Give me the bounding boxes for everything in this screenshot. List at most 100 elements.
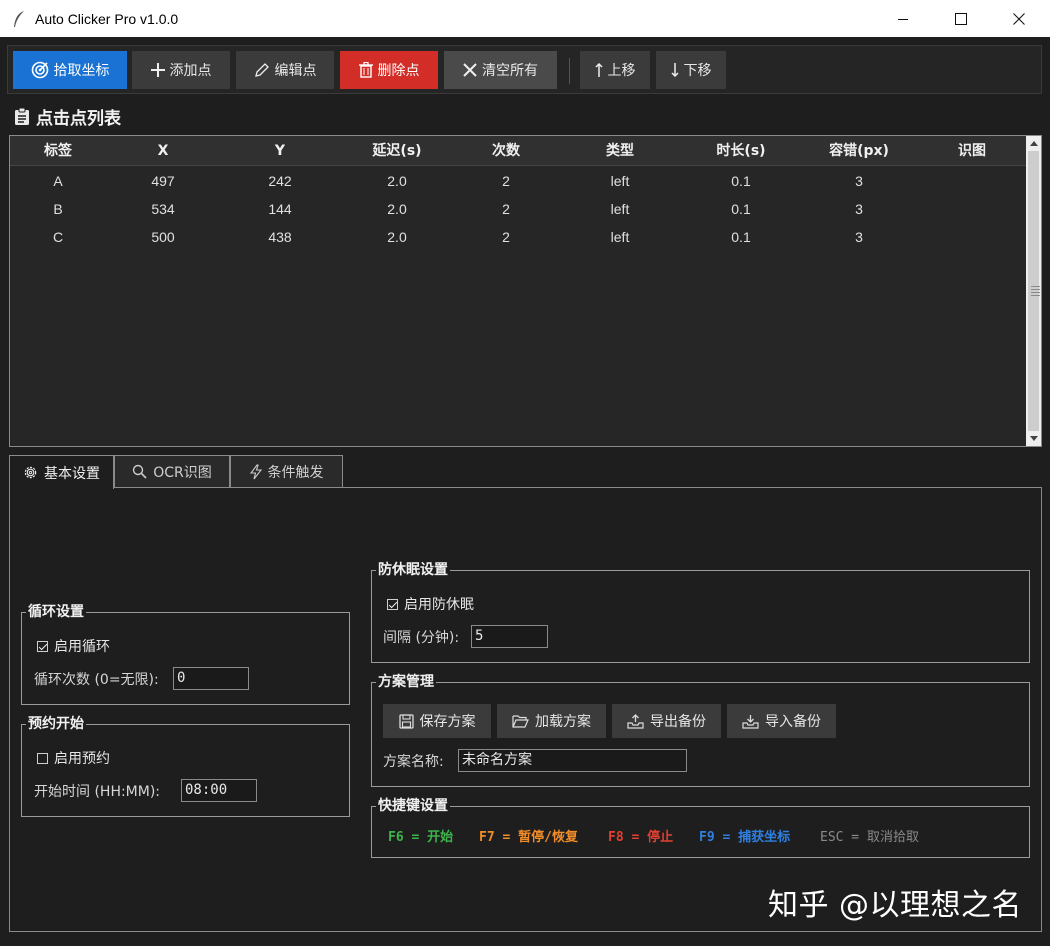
loop-count-label: 循环次数 (0=无限): xyxy=(34,672,159,688)
start-time-input[interactable]: 08:00 xyxy=(181,779,257,802)
pencil-icon xyxy=(254,63,269,77)
anti-sleep-enable-label: 启用防休眠 xyxy=(404,597,474,613)
cell-count: 2 xyxy=(502,229,510,245)
cell-delay: 2.0 xyxy=(387,173,407,189)
interval-input[interactable]: 5 xyxy=(471,625,548,648)
checkbox-box[interactable] xyxy=(37,640,48,652)
interval-label: 间隔 (分钟): xyxy=(383,630,460,646)
cell-x: 500 xyxy=(151,229,175,245)
schedule-enable-checkbox[interactable]: 启用预约 xyxy=(37,748,110,768)
gear-icon xyxy=(24,466,37,479)
feather-icon xyxy=(14,10,24,27)
minimize-button[interactable] xyxy=(874,0,932,37)
add-point-label: 添加点 xyxy=(169,62,212,78)
maximize-button[interactable] xyxy=(932,0,990,37)
arrow-up-icon xyxy=(594,63,603,77)
profile-name-input[interactable]: 未命名方案 xyxy=(458,749,687,772)
loop-settings-group: 循环设置 xyxy=(21,603,350,705)
cell-x: 497 xyxy=(151,173,175,189)
toolbar-separator xyxy=(569,58,570,84)
import-backup-button[interactable]: 导入备份 xyxy=(727,704,836,738)
checkbox-box[interactable] xyxy=(37,752,48,764)
move-up-label: 上移 xyxy=(607,62,636,78)
column-header-delay[interactable]: 延迟(s) xyxy=(372,136,421,166)
folder-open-icon xyxy=(512,715,529,728)
point-list-heading: 点击点列表 xyxy=(14,104,121,129)
anti-sleep-legend: 防休眠设置 xyxy=(376,561,450,579)
save-profile-label: 保存方案 xyxy=(419,714,476,730)
schedule-enable-label: 启用预约 xyxy=(54,751,110,767)
column-header-y[interactable]: Y xyxy=(275,136,285,166)
scrollbar-thumb[interactable] xyxy=(1028,151,1040,431)
move-up-button[interactable]: 上移 xyxy=(580,51,650,89)
column-header-duration[interactable]: 时长(s) xyxy=(716,136,765,166)
column-header-image[interactable]: 识图 xyxy=(958,136,986,166)
cell-type: left xyxy=(610,201,630,217)
checkbox-box[interactable] xyxy=(387,598,398,610)
import-backup-label: 导入备份 xyxy=(765,714,821,730)
magnifier-icon xyxy=(133,464,147,479)
pick-coordinate-button[interactable]: 拾取坐标 xyxy=(13,51,127,89)
column-header-label[interactable]: 标签 xyxy=(44,136,72,166)
edit-point-button[interactable]: 编辑点 xyxy=(236,51,334,89)
cell-tolerance: 3 xyxy=(855,229,863,245)
save-profile-button[interactable]: 保存方案 xyxy=(383,704,491,738)
table-scrollbar[interactable] xyxy=(1026,136,1041,446)
loop-enable-checkbox[interactable]: 启用循环 xyxy=(37,636,110,656)
cell-type: left xyxy=(610,173,630,189)
import-tray-icon xyxy=(742,714,759,729)
x-icon xyxy=(463,63,477,77)
tab-basic-settings[interactable]: 基本设置 xyxy=(9,455,114,489)
cell-y: 144 xyxy=(268,201,292,217)
close-icon xyxy=(1013,12,1025,25)
point-list-title: 点击点列表 xyxy=(36,109,121,129)
cell-duration: 0.1 xyxy=(731,229,751,245)
cell-y: 438 xyxy=(268,229,292,245)
profile-name-label: 方案名称: xyxy=(383,754,444,770)
move-down-label: 下移 xyxy=(683,62,712,78)
anti-sleep-enable-checkbox[interactable]: 启用防休眠 xyxy=(387,594,474,614)
column-header-tolerance[interactable]: 容错(px) xyxy=(829,136,889,166)
move-down-button[interactable]: 下移 xyxy=(656,51,726,89)
table-row[interactable]: C 500 438 2.0 2 left 0.1 3 xyxy=(10,223,1026,251)
table-header: 标签 X Y 延迟(s) 次数 类型 时长(s) 容错(px) 识图 xyxy=(10,136,1026,166)
scroll-up-arrow-icon[interactable] xyxy=(1026,136,1041,151)
column-header-type[interactable]: 类型 xyxy=(606,136,634,166)
export-backup-button[interactable]: 导出备份 xyxy=(612,704,721,738)
hotkey-legend: 快捷键设置 xyxy=(376,797,450,815)
clear-all-label: 清空所有 xyxy=(482,62,538,78)
hotkey-start-text: F6 = 开始 xyxy=(388,830,454,845)
floppy-disk-icon xyxy=(398,713,414,729)
tab-condition-trigger[interactable]: 条件触发 xyxy=(230,455,343,488)
close-button[interactable] xyxy=(990,0,1048,37)
target-icon xyxy=(31,61,48,79)
add-point-button[interactable]: 添加点 xyxy=(132,51,230,89)
cell-count: 2 xyxy=(502,173,510,189)
table-row[interactable]: B 534 144 2.0 2 left 0.1 3 xyxy=(10,195,1026,223)
load-profile-button[interactable]: 加载方案 xyxy=(497,704,606,738)
clear-all-button[interactable]: 清空所有 xyxy=(444,51,557,89)
cell-type: left xyxy=(610,229,630,245)
loop-count-input[interactable]: 0 xyxy=(173,667,249,690)
delete-point-button[interactable]: 删除点 xyxy=(340,51,438,89)
tab-ocr[interactable]: OCR识图 xyxy=(114,455,230,488)
table-row[interactable]: A 497 242 2.0 2 left 0.1 3 xyxy=(10,167,1026,195)
column-header-count[interactable]: 次数 xyxy=(492,136,520,166)
cell-tolerance: 3 xyxy=(855,201,863,217)
hotkey-capture-text: F9 = 捕获坐标 xyxy=(699,830,791,845)
clipboard-icon xyxy=(15,107,29,125)
arrow-down-icon xyxy=(670,63,679,77)
start-time-label: 开始时间 (HH:MM): xyxy=(34,784,161,800)
loop-settings-legend: 循环设置 xyxy=(26,603,86,621)
lightning-icon xyxy=(249,463,262,479)
column-header-x[interactable]: X xyxy=(158,136,169,166)
profile-legend: 方案管理 xyxy=(376,673,436,691)
delete-point-label: 删除点 xyxy=(377,62,420,78)
hotkey-pause-text: F7 = 暂停/恢复 xyxy=(479,830,578,845)
scroll-down-arrow-icon[interactable] xyxy=(1026,431,1041,446)
schedule-legend: 预约开始 xyxy=(26,715,86,733)
schedule-group: 预约开始 xyxy=(21,715,350,817)
cell-y: 242 xyxy=(268,173,292,189)
anti-sleep-group: 防休眠设置 xyxy=(371,561,1030,663)
load-profile-label: 加载方案 xyxy=(535,714,591,730)
